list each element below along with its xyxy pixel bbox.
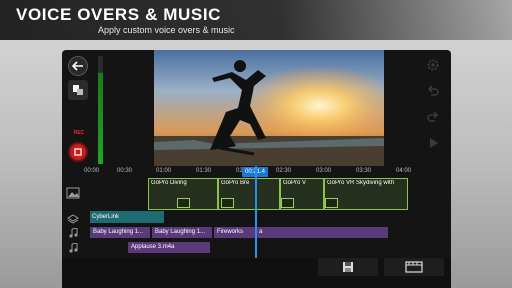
clip-label: GoPro V bbox=[283, 180, 307, 186]
rec-label: REC bbox=[73, 130, 85, 136]
redo-button[interactable] bbox=[422, 106, 444, 128]
music-note-icon bbox=[69, 228, 78, 238]
settings-button[interactable] bbox=[422, 54, 444, 76]
back-arrow-icon bbox=[72, 61, 83, 71]
settings-gear-icon bbox=[427, 59, 439, 71]
clip-label: GoPro VR Skydiving with bbox=[327, 180, 395, 186]
timeline-ruler[interactable]: 00:00 00:30 01:00 01:30 02:00 02:30 03:0… bbox=[62, 166, 451, 178]
music-track-icon-2 bbox=[66, 242, 80, 254]
video-track-icon bbox=[66, 187, 80, 199]
promo-subline: Apply custom voice overs & music bbox=[98, 25, 235, 35]
add-media-icon bbox=[73, 85, 83, 95]
tick-label: 03:30 bbox=[356, 168, 372, 174]
tick-label: 04:00 bbox=[396, 168, 412, 174]
tick-label: 02:30 bbox=[276, 168, 292, 174]
redo-icon bbox=[427, 111, 439, 122]
left-panel: REC bbox=[62, 50, 94, 168]
layers-icon bbox=[67, 214, 79, 224]
music-note-icon bbox=[69, 243, 78, 253]
undo-button[interactable] bbox=[422, 80, 444, 102]
app-window: REC 00:00 00:30 01:00 01:30 02:30 03:00 … bbox=[62, 50, 451, 288]
video-clip[interactable]: GoPro Bre bbox=[218, 178, 280, 210]
overlay-clip[interactable]: CyberLink bbox=[90, 211, 164, 223]
add-media-button[interactable] bbox=[68, 80, 88, 100]
tick-label: 00:00 bbox=[84, 168, 100, 174]
record-button-icon bbox=[74, 148, 82, 156]
tick-label: 03:00 bbox=[316, 168, 332, 174]
bottom-toolbar bbox=[62, 258, 451, 288]
image-icon bbox=[66, 187, 80, 199]
video-clip[interactable]: GoPro V bbox=[280, 178, 324, 210]
produce-export-button[interactable] bbox=[384, 258, 444, 276]
save-project-button[interactable] bbox=[318, 258, 378, 276]
audio-clip[interactable]: Baby Laughing 1... bbox=[90, 227, 150, 238]
clip-label: GoPro Bre bbox=[221, 180, 250, 186]
play-button[interactable] bbox=[422, 132, 444, 154]
preview-frame bbox=[154, 50, 384, 166]
right-toolbar bbox=[422, 54, 444, 166]
back-button[interactable] bbox=[68, 56, 88, 76]
clip-transition-marker[interactable] bbox=[221, 198, 234, 208]
clip-transition-marker[interactable] bbox=[325, 198, 338, 208]
save-project-icon bbox=[343, 262, 353, 272]
audio-clip[interactable]: Fireworks bbox=[214, 227, 256, 238]
video-clip[interactable]: GoPro Diving bbox=[148, 178, 218, 210]
record-button[interactable] bbox=[68, 142, 88, 162]
undo-icon bbox=[427, 85, 439, 96]
promo-headline: VOICE OVERS & MUSIC bbox=[16, 5, 222, 24]
tick-label: 01:00 bbox=[156, 168, 172, 174]
music-track-icon bbox=[66, 227, 80, 239]
audio-clip[interactable]: a bbox=[256, 227, 388, 238]
clip-transition-marker[interactable] bbox=[177, 198, 190, 208]
promo-banner: VOICE OVERS & MUSIC Apply custom voice o… bbox=[0, 0, 512, 40]
timeline-tracks: GoPro Diving GoPro Bre GoPro V GoPro VR … bbox=[62, 178, 451, 258]
clip-label: GoPro Diving bbox=[151, 180, 187, 186]
overlay-track-icon bbox=[66, 213, 80, 225]
audio-clip[interactable]: Baby Laughing 1... bbox=[152, 227, 212, 238]
video-clip[interactable]: GoPro VR Skydiving with bbox=[324, 178, 408, 210]
tick-label: 01:30 bbox=[196, 168, 212, 174]
clip-transition-marker[interactable] bbox=[281, 198, 294, 208]
produce-export-icon bbox=[405, 261, 423, 273]
play-icon bbox=[430, 138, 438, 148]
audio-clip[interactable]: Applause 3.m4a bbox=[128, 242, 210, 253]
tick-label: 00:30 bbox=[117, 168, 133, 174]
audio-level-meter bbox=[98, 56, 103, 164]
video-preview bbox=[154, 50, 384, 166]
